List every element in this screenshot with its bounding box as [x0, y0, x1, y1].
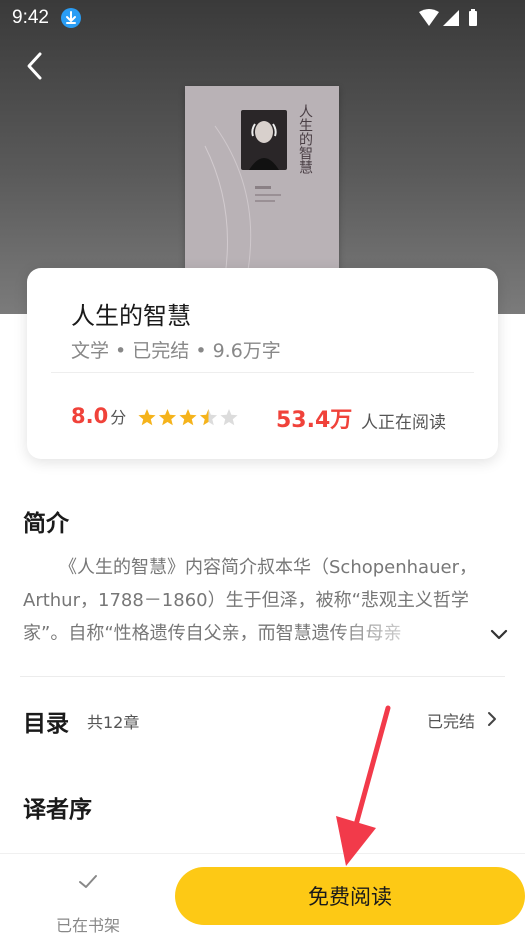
intro-fade [330, 618, 490, 652]
system-status-icons [419, 9, 477, 26]
star-icon [199, 409, 218, 426]
status-bar: 9:42 [0, 0, 525, 36]
star-icon [138, 409, 156, 426]
star-icon [220, 409, 238, 426]
section-divider [20, 676, 505, 677]
check-icon [79, 875, 97, 888]
table-of-contents-row[interactable]: 目录 共12章 已完结 [0, 690, 525, 746]
author-portrait [241, 110, 287, 170]
card-divider [51, 372, 474, 373]
chapter-count: 共12章 [87, 713, 140, 732]
bottom-action-bar: 已在书架 免费阅读 [0, 853, 525, 936]
free-read-button[interactable]: 免费阅读 [175, 867, 525, 925]
rating-score: 8.0 分 [71, 404, 126, 428]
toc-heading: 目录 [23, 710, 69, 737]
status-time: 9:42 [12, 7, 49, 28]
back-icon[interactable] [18, 46, 54, 86]
intro-heading: 简介 [23, 510, 69, 537]
book-title: 人生的智慧 [71, 302, 191, 330]
preface-heading: 译者序 [23, 796, 92, 823]
book-cover: 人生的智慧 [185, 86, 339, 296]
wifi-icon [419, 9, 439, 26]
bookshelf-label: 已在书架 [55, 916, 120, 935]
download-icon [61, 8, 81, 28]
book-info-card: 人生的智慧 文学 • 已完结 • 9.6万字 8.0 分 53.4万 人正在阅读 [27, 268, 498, 459]
reader-count: 53.4万 [276, 408, 353, 433]
bookshelf-button[interactable]: 已在书架 [40, 870, 136, 935]
star-icon [158, 409, 177, 426]
star-icon [179, 409, 197, 426]
book-meta: 文学 • 已完结 • 9.6万字 [71, 340, 281, 362]
reader-count-label: 人正在阅读 [361, 413, 446, 433]
rating-score-value: 8.0 [71, 404, 109, 428]
completion-status: 已完结 [427, 712, 476, 731]
rating-score-unit: 分 [110, 408, 127, 427]
chevron-right-icon [488, 712, 496, 726]
cover-title: 人生的智慧 [297, 104, 313, 174]
battery-icon [469, 11, 477, 26]
rating-stars [138, 409, 238, 426]
signal-icon [443, 10, 459, 26]
expand-chevron-down-icon[interactable] [488, 624, 510, 646]
